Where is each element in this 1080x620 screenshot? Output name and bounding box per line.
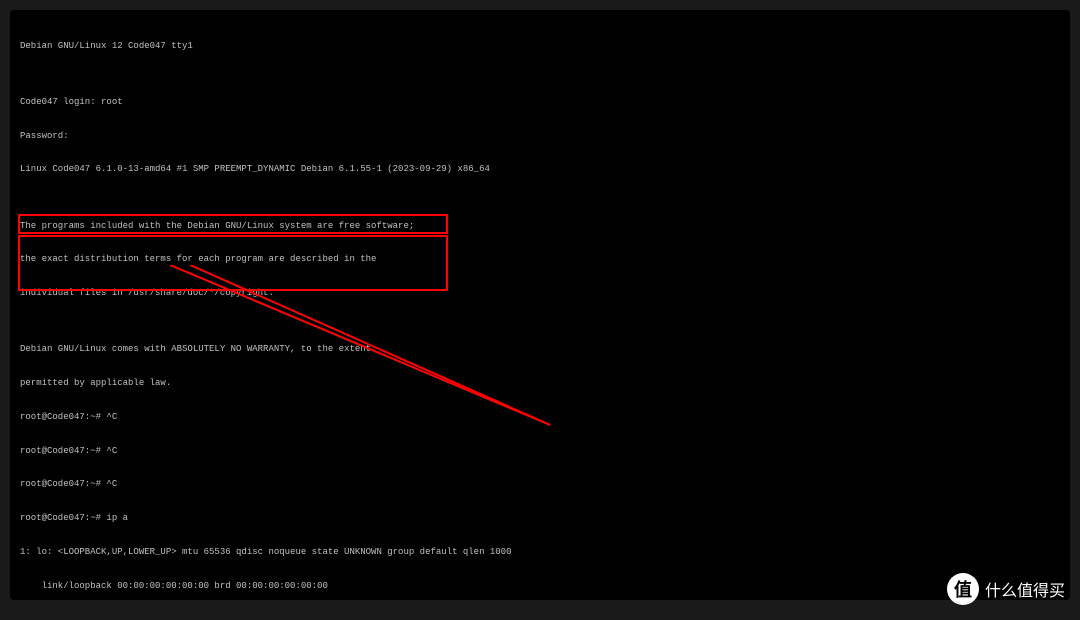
- shell-prompt: root@Code047:~# ^C: [20, 446, 1060, 457]
- watermark: 值 什么值得买: [947, 573, 1065, 605]
- shell-prompt: root@Code047:~# ^C: [20, 412, 1060, 423]
- warranty-line: permitted by applicable law.: [20, 378, 1060, 389]
- terminal-window[interactable]: Debian GNU/Linux 12 Code047 tty1 Code047…: [10, 10, 1070, 600]
- kernel-info: Linux Code047 6.1.0-13-amd64 #1 SMP PREE…: [20, 164, 1060, 175]
- motd-line: The programs included with the Debian GN…: [20, 221, 1060, 232]
- ip-output-lo: link/loopback 00:00:00:00:00:00 brd 00:0…: [20, 581, 1060, 592]
- watermark-logo-icon: 值: [947, 573, 979, 605]
- shell-command: root@Code047:~# ip a: [20, 513, 1060, 524]
- motd-line: the exact distribution terms for each pr…: [20, 254, 1060, 265]
- ip-output-lo: 1: lo: <LOOPBACK,UP,LOWER_UP> mtu 65536 …: [20, 547, 1060, 558]
- motd-line: individual files in /usr/share/doc/*/cop…: [20, 288, 1060, 299]
- terminal-header: Debian GNU/Linux 12 Code047 tty1: [20, 41, 1060, 52]
- shell-prompt: root@Code047:~# ^C: [20, 479, 1060, 490]
- login-prompt: Code047 login: root: [20, 97, 1060, 108]
- warranty-line: Debian GNU/Linux comes with ABSOLUTELY N…: [20, 344, 1060, 355]
- watermark-text: 什么值得买: [985, 577, 1065, 601]
- password-prompt: Password:: [20, 131, 1060, 142]
